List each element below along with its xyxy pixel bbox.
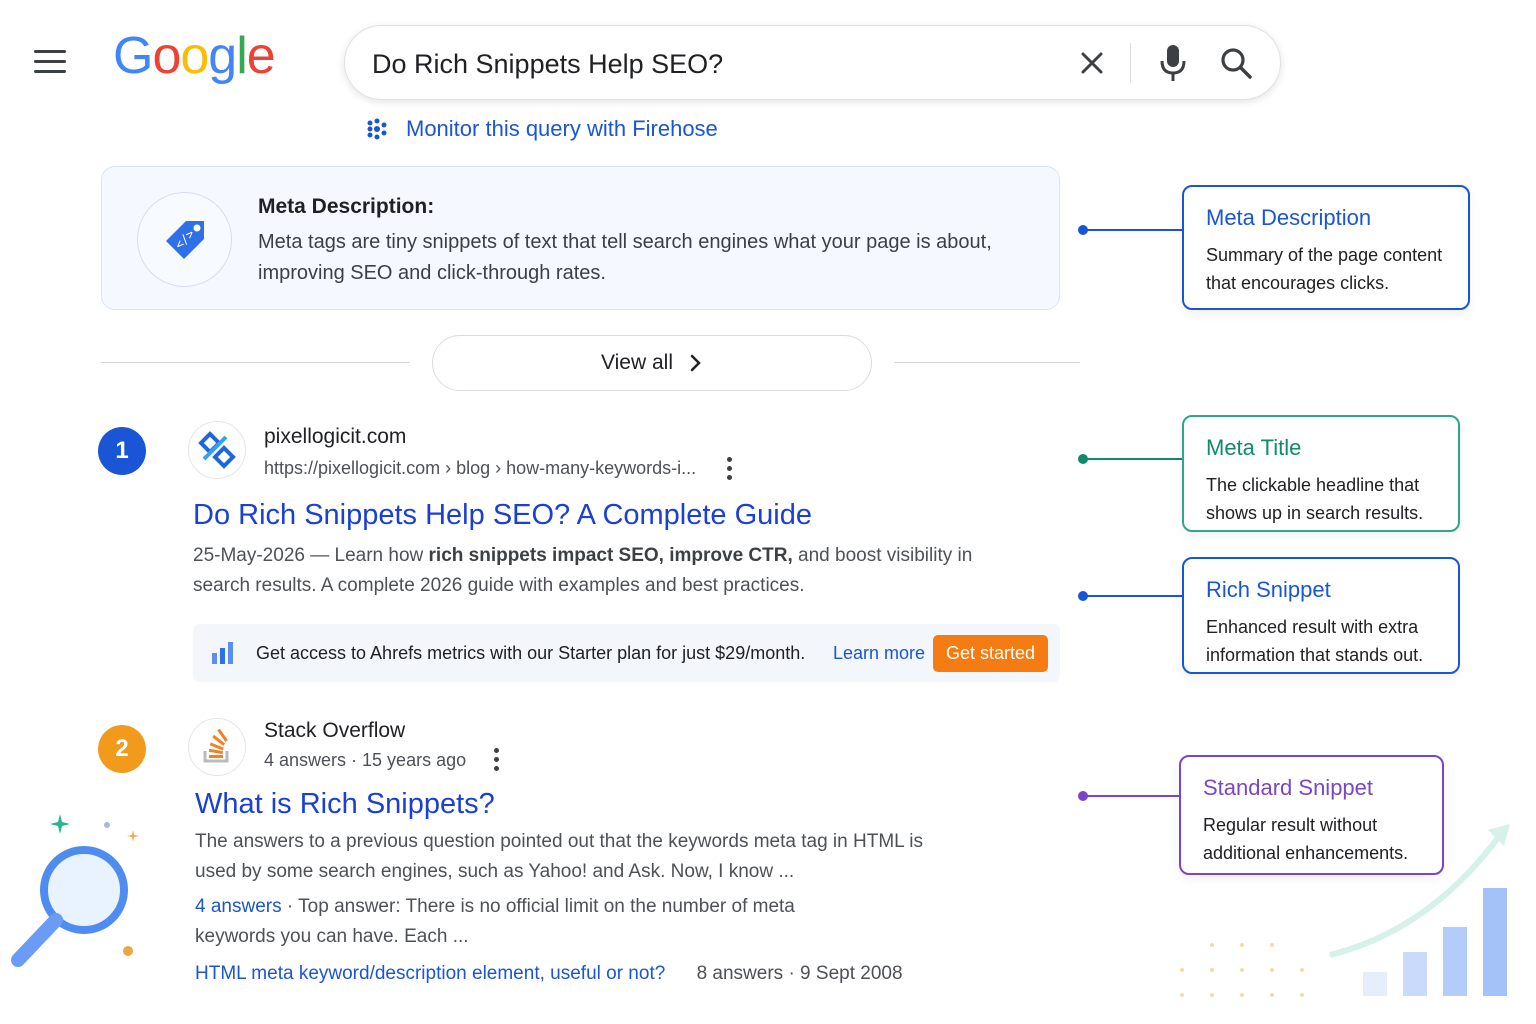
stackoverflow-favicon-icon[interactable] <box>188 718 246 776</box>
result-number-badge: 1 <box>98 427 146 475</box>
result-title[interactable]: Do Rich Snippets Help SEO? A Complete Gu… <box>193 499 812 532</box>
result-title[interactable]: What is Rich Snippets? <box>195 788 495 821</box>
logo-letter: o <box>152 27 181 85</box>
top-answer-text: · Top answer: There is no official limit… <box>281 896 795 917</box>
magnifier-illustration-icon <box>11 814 139 967</box>
result-snippet: The answers to a previous question point… <box>195 827 995 887</box>
related-question-link[interactable]: HTML meta keyword/description element, u… <box>195 963 665 984</box>
mic-icon[interactable] <box>1157 43 1189 83</box>
top-answer: 4 answers · Top answer: There is no offi… <box>195 892 995 952</box>
logo-letter: l <box>236 27 248 85</box>
more-options-icon[interactable] <box>727 457 733 481</box>
growth-chart-illustration-icon <box>1180 824 1510 997</box>
learn-more-link[interactable]: Learn more <box>833 643 925 664</box>
result-url[interactable]: https://pixellogicit.com › blog › how-ma… <box>264 458 696 479</box>
close-icon[interactable] <box>1077 48 1107 78</box>
bar-chart-icon <box>212 642 233 664</box>
search-divider <box>1130 43 1131 83</box>
view-all-label: View all <box>601 351 673 374</box>
related-question-meta: 8 answers · 9 Sept 2008 <box>696 963 903 984</box>
answers-link[interactable]: 4 answers <box>195 896 282 917</box>
annotation-body: Enhanced result with extra information t… <box>1206 617 1424 665</box>
meta-description-text: Meta tags are tiny snippets of text that… <box>258 231 992 284</box>
firehose-dots-icon <box>367 118 387 140</box>
connector-line <box>1083 229 1183 231</box>
annotation-title: Rich Snippet <box>1206 577 1331 602</box>
result-number-badge: 2 <box>98 725 146 773</box>
connector-line <box>1083 595 1183 597</box>
meta-description-label: Meta Description: <box>258 195 435 218</box>
snippet-line1: The answers to a previous question point… <box>195 831 924 852</box>
annotation-rich-snippet: Rich Snippet Enhanced result with extra … <box>1182 557 1460 674</box>
search-box[interactable]: Do Rich Snippets Help SEO? <box>344 25 1281 100</box>
search-input[interactable]: Do Rich Snippets Help SEO? <box>372 49 723 80</box>
get-started-button[interactable]: Get started <box>933 635 1048 672</box>
connector-line <box>1083 458 1183 460</box>
annotation-title: Meta Title <box>1206 435 1302 460</box>
annotation-body: The clickable headline that shows up in … <box>1206 475 1424 523</box>
firehose-label[interactable]: Monitor this query with Firehose <box>406 116 718 142</box>
search-icon[interactable] <box>1219 46 1253 80</box>
ahrefs-promo-bar: Get access to Ahrefs metrics with our St… <box>193 624 1060 682</box>
annotation-body: Summary of the page content that encoura… <box>1206 245 1443 293</box>
meta-description-card: </> Meta Description: Meta tags are tiny… <box>101 166 1060 310</box>
connector-line <box>1083 795 1180 797</box>
top-answer-text-line2: keywords you can have. Each ... <box>195 926 469 947</box>
code-tag-icon: </> <box>137 192 232 287</box>
annotation-title: Meta Description <box>1206 205 1372 230</box>
ahrefs-promo-text: Get access to Ahrefs metrics with our St… <box>256 643 806 663</box>
result-meta: 4 answers · 15 years ago <box>264 750 467 770</box>
result-snippet: 25-May-2026 — Learn how rich snippets im… <box>193 541 1023 601</box>
snippet-bold: rich snippets impact SEO, improve CTR, <box>428 545 793 566</box>
result-site-name[interactable]: Stack Overflow <box>264 719 405 743</box>
snippet-line2: used by some search engines, such as Yah… <box>195 861 795 882</box>
view-all-button[interactable]: View all <box>432 335 872 391</box>
related-question: HTML meta keyword/description element, u… <box>195 959 995 989</box>
divider-left <box>101 362 410 363</box>
logo-letter: G <box>113 27 153 85</box>
snippet-text-line2: search results. A complete 2026 guide wi… <box>193 575 805 596</box>
google-logo[interactable]: Google <box>113 26 276 86</box>
annotation-meta-description: Meta Description Summary of the page con… <box>1182 185 1470 310</box>
divider-right <box>894 362 1080 363</box>
annotation-title: Standard Snippet <box>1203 775 1374 800</box>
logo-letter: o <box>180 27 209 85</box>
snippet-text: and boost visibility in <box>792 545 973 566</box>
menu-icon[interactable] <box>34 50 66 74</box>
more-options-icon[interactable] <box>494 748 500 772</box>
snippet-date: 25-May-2026 — Learn how <box>193 545 429 566</box>
annotation-meta-title: Meta Title The clickable headline that s… <box>1182 415 1460 532</box>
logo-letter: e <box>246 27 276 85</box>
firehose-link[interactable]: Monitor this query with Firehose <box>366 116 718 142</box>
result-site-name[interactable]: pixellogicit.com <box>264 425 406 449</box>
logo-letter: g <box>208 27 237 85</box>
chevron-right-icon <box>690 354 701 372</box>
pixellogic-favicon-icon[interactable] <box>188 421 246 479</box>
